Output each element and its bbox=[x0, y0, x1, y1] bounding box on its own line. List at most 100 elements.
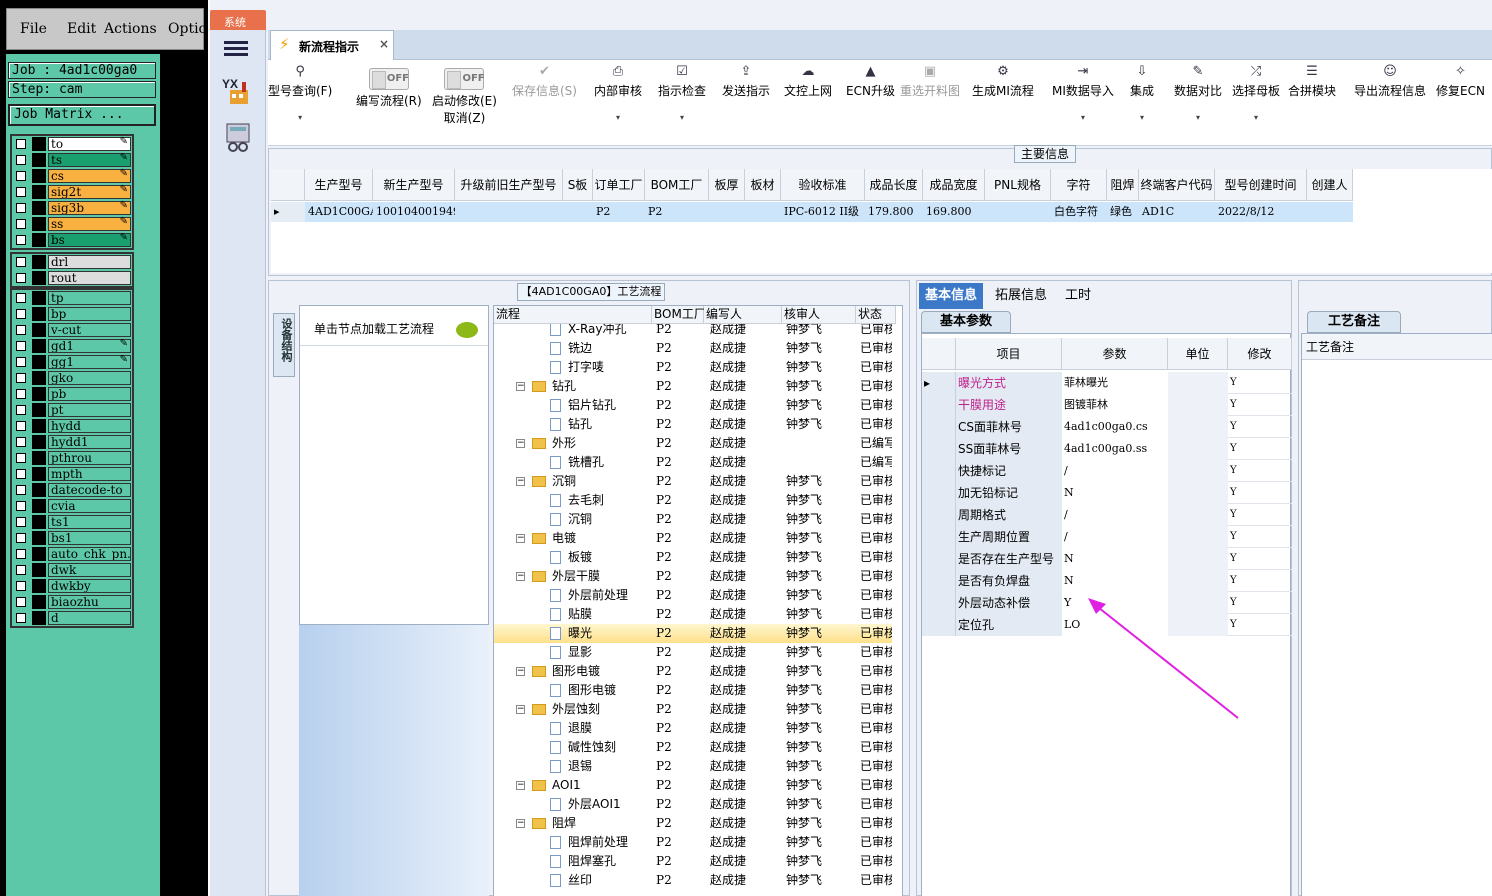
param-unit[interactable] bbox=[1168, 372, 1228, 394]
grid-cell[interactable]: 179.800 bbox=[865, 202, 923, 222]
hamburger-menu-icon[interactable] bbox=[224, 38, 248, 58]
grid-cell[interactable] bbox=[709, 202, 745, 222]
layer-row[interactable]: sig2t ✎ bbox=[12, 184, 132, 200]
grid-cell[interactable]: 2022/8/12 bbox=[1215, 202, 1307, 222]
layer-row[interactable]: auto_chk_pn. bbox=[12, 546, 132, 562]
param-unit[interactable] bbox=[1168, 504, 1228, 526]
layer-row[interactable]: sig3b ✎ bbox=[12, 200, 132, 216]
chevron-down-icon[interactable]: ▾ bbox=[594, 113, 642, 122]
tree-row[interactable]: − 外层干膜 P2 赵成捷 钟梦飞 已审核 bbox=[494, 567, 892, 586]
layer-name[interactable]: pt bbox=[48, 403, 131, 417]
column-header[interactable]: 成品宽度 bbox=[923, 169, 985, 201]
param-row[interactable]: SS面菲林号 4ad1c00ga0.ss Y bbox=[922, 438, 1292, 460]
layer-checkbox[interactable] bbox=[16, 309, 26, 319]
layer-row[interactable]: d bbox=[12, 610, 132, 626]
layer-name[interactable]: hydd1 bbox=[48, 435, 131, 449]
tree-row[interactable]: − 电镀 P2 赵成捷 钟梦飞 已审核 bbox=[494, 529, 892, 548]
tree-row[interactable]: 丝印 P2 赵成捷 钟梦飞 已审核 bbox=[494, 871, 892, 890]
tree-row[interactable]: − 钻孔 P2 赵成捷 钟梦飞 已审核 bbox=[494, 377, 892, 396]
tab-extended-info[interactable]: 拓展信息 bbox=[989, 283, 1053, 309]
layer-checkbox[interactable] bbox=[16, 389, 26, 399]
column-header[interactable]: 型号创建时间 bbox=[1215, 169, 1307, 201]
param-column-header[interactable]: 修改 bbox=[1228, 338, 1292, 370]
toolbar-button-7[interactable]: ☁ 文控上网 bbox=[784, 62, 832, 99]
param-row[interactable]: 是否存在生产型号 N Y bbox=[922, 548, 1292, 570]
layer-checkbox[interactable] bbox=[16, 565, 26, 575]
layer-name[interactable]: mpth bbox=[48, 467, 131, 481]
tree-row[interactable]: − 沉铜 P2 赵成捷 钟梦飞 已审核 bbox=[494, 472, 892, 491]
layer-name[interactable]: dwk bbox=[48, 563, 131, 577]
grid-cell[interactable]: AD1C bbox=[1139, 202, 1215, 222]
chevron-down-icon[interactable]: ▾ bbox=[1130, 113, 1154, 122]
param-modify[interactable]: Y bbox=[1228, 438, 1294, 460]
toolbar-button-0[interactable]: ⚲ 型号查询(F) ▾ bbox=[268, 62, 332, 122]
layer-checkbox[interactable] bbox=[16, 171, 26, 181]
layer-row[interactable]: dwk bbox=[12, 562, 132, 578]
toolbar-button-14[interactable]: ⤮ 选择母板 ▾ bbox=[1232, 62, 1280, 122]
param-modify[interactable]: Y bbox=[1228, 460, 1294, 482]
column-header[interactable]: BOM工厂 bbox=[645, 169, 709, 201]
param-modify[interactable]: Y bbox=[1228, 548, 1294, 570]
toolbar-button-11[interactable]: ⇥ MI数据导入 ▾ bbox=[1052, 62, 1114, 122]
tree-row[interactable]: 沉铜 P2 赵成捷 钟梦飞 已审核 bbox=[494, 510, 892, 529]
tree-row[interactable]: − 外层蚀刻 P2 赵成捷 钟梦飞 已审核 bbox=[494, 700, 892, 719]
toolbar-label-2[interactable]: 取消(Z) bbox=[444, 111, 486, 125]
column-header[interactable]: 验收标准 bbox=[781, 169, 865, 201]
layer-row[interactable]: gg1 ✎ bbox=[12, 354, 132, 370]
layer-row[interactable]: datecode-to bbox=[12, 482, 132, 498]
layer-row[interactable]: dwkby bbox=[12, 578, 132, 594]
layer-checkbox[interactable] bbox=[16, 437, 26, 447]
layer-checkbox[interactable] bbox=[16, 469, 26, 479]
toolbar-button-5[interactable]: ☑ 指示检查 ▾ bbox=[658, 62, 706, 122]
layer-name[interactable]: drl bbox=[48, 255, 131, 269]
collapse-icon[interactable]: − bbox=[516, 667, 525, 676]
grid-cell[interactable]: 4AD1C00GA0 bbox=[305, 202, 373, 222]
tab-work-hours[interactable]: 工时 bbox=[1059, 283, 1097, 309]
param-row[interactable]: ▸ 曝光方式 菲林曝光 Y bbox=[922, 372, 1292, 394]
tree-row[interactable]: 退锡 P2 赵成捷 钟梦飞 已审核 bbox=[494, 757, 892, 776]
grid-cell[interactable]: 绿色 bbox=[1107, 202, 1139, 222]
layer-name[interactable]: ss bbox=[48, 217, 131, 231]
layer-checkbox[interactable] bbox=[16, 597, 26, 607]
param-row[interactable]: 周期格式 / Y bbox=[922, 504, 1292, 526]
grid-cell[interactable]: P2 bbox=[593, 202, 645, 222]
grid-cell[interactable] bbox=[985, 202, 1051, 222]
layer-checkbox[interactable] bbox=[16, 485, 26, 495]
tree-row[interactable]: 图形电镀 P2 赵成捷 钟梦飞 已审核 bbox=[494, 681, 892, 700]
layer-checkbox[interactable] bbox=[16, 421, 26, 431]
tree-row[interactable]: 贴膜 P2 赵成捷 钟梦飞 已审核 bbox=[494, 605, 892, 624]
tree-row[interactable]: 外层AOI1 P2 赵成捷 钟梦飞 已审核 bbox=[494, 795, 892, 814]
equipment-structure-tab[interactable]: 设备结构 bbox=[273, 313, 295, 377]
layer-row[interactable]: bs1 bbox=[12, 530, 132, 546]
layer-checkbox[interactable] bbox=[16, 581, 26, 591]
tree-row[interactable]: − 外形 P2 赵成捷 已编写 bbox=[494, 434, 892, 453]
toolbar-button-12[interactable]: ⇩ 集成 ▾ bbox=[1130, 62, 1154, 122]
layer-checkbox[interactable] bbox=[16, 139, 26, 149]
chevron-down-icon[interactable]: ▾ bbox=[1232, 113, 1280, 122]
param-modify[interactable]: Y bbox=[1228, 570, 1294, 592]
layer-name[interactable]: pthrou bbox=[48, 451, 131, 465]
param-unit[interactable] bbox=[1168, 460, 1228, 482]
param-modify[interactable]: Y bbox=[1228, 416, 1294, 438]
collapse-icon[interactable]: − bbox=[516, 477, 525, 486]
toolbar-button-13[interactable]: ✎ 数据对比 ▾ bbox=[1174, 62, 1222, 122]
system-tab[interactable]: 系统 bbox=[210, 10, 266, 30]
param-value[interactable]: / bbox=[1062, 460, 1168, 482]
layer-name[interactable]: pb bbox=[48, 387, 131, 401]
toolbar-button-10[interactable]: ⚙ 生成MI流程 bbox=[972, 62, 1034, 99]
layer-row[interactable]: v-cut bbox=[12, 322, 132, 338]
grid-cell[interactable]: 白色字符 bbox=[1051, 202, 1107, 222]
layer-row[interactable]: hydd bbox=[12, 418, 132, 434]
tree-row[interactable]: 外层前处理 P2 赵成捷 钟梦飞 已审核 bbox=[494, 586, 892, 605]
layer-name[interactable]: to bbox=[48, 137, 131, 151]
grid-cell[interactable]: 10010400194975 bbox=[373, 202, 455, 222]
job-matrix-button[interactable]: Job Matrix ... bbox=[8, 104, 156, 126]
param-row[interactable]: 是否有负焊盘 N Y bbox=[922, 570, 1292, 592]
param-value[interactable]: 4ad1c00ga0.cs bbox=[1062, 416, 1168, 438]
layer-checkbox[interactable] bbox=[16, 533, 26, 543]
layer-checkbox[interactable] bbox=[16, 613, 26, 623]
layer-name[interactable]: tp bbox=[48, 291, 131, 305]
grid-cell[interactable] bbox=[563, 202, 593, 222]
column-header[interactable]: 生产型号 bbox=[305, 169, 373, 201]
param-row[interactable]: 快捷标记 / Y bbox=[922, 460, 1292, 482]
